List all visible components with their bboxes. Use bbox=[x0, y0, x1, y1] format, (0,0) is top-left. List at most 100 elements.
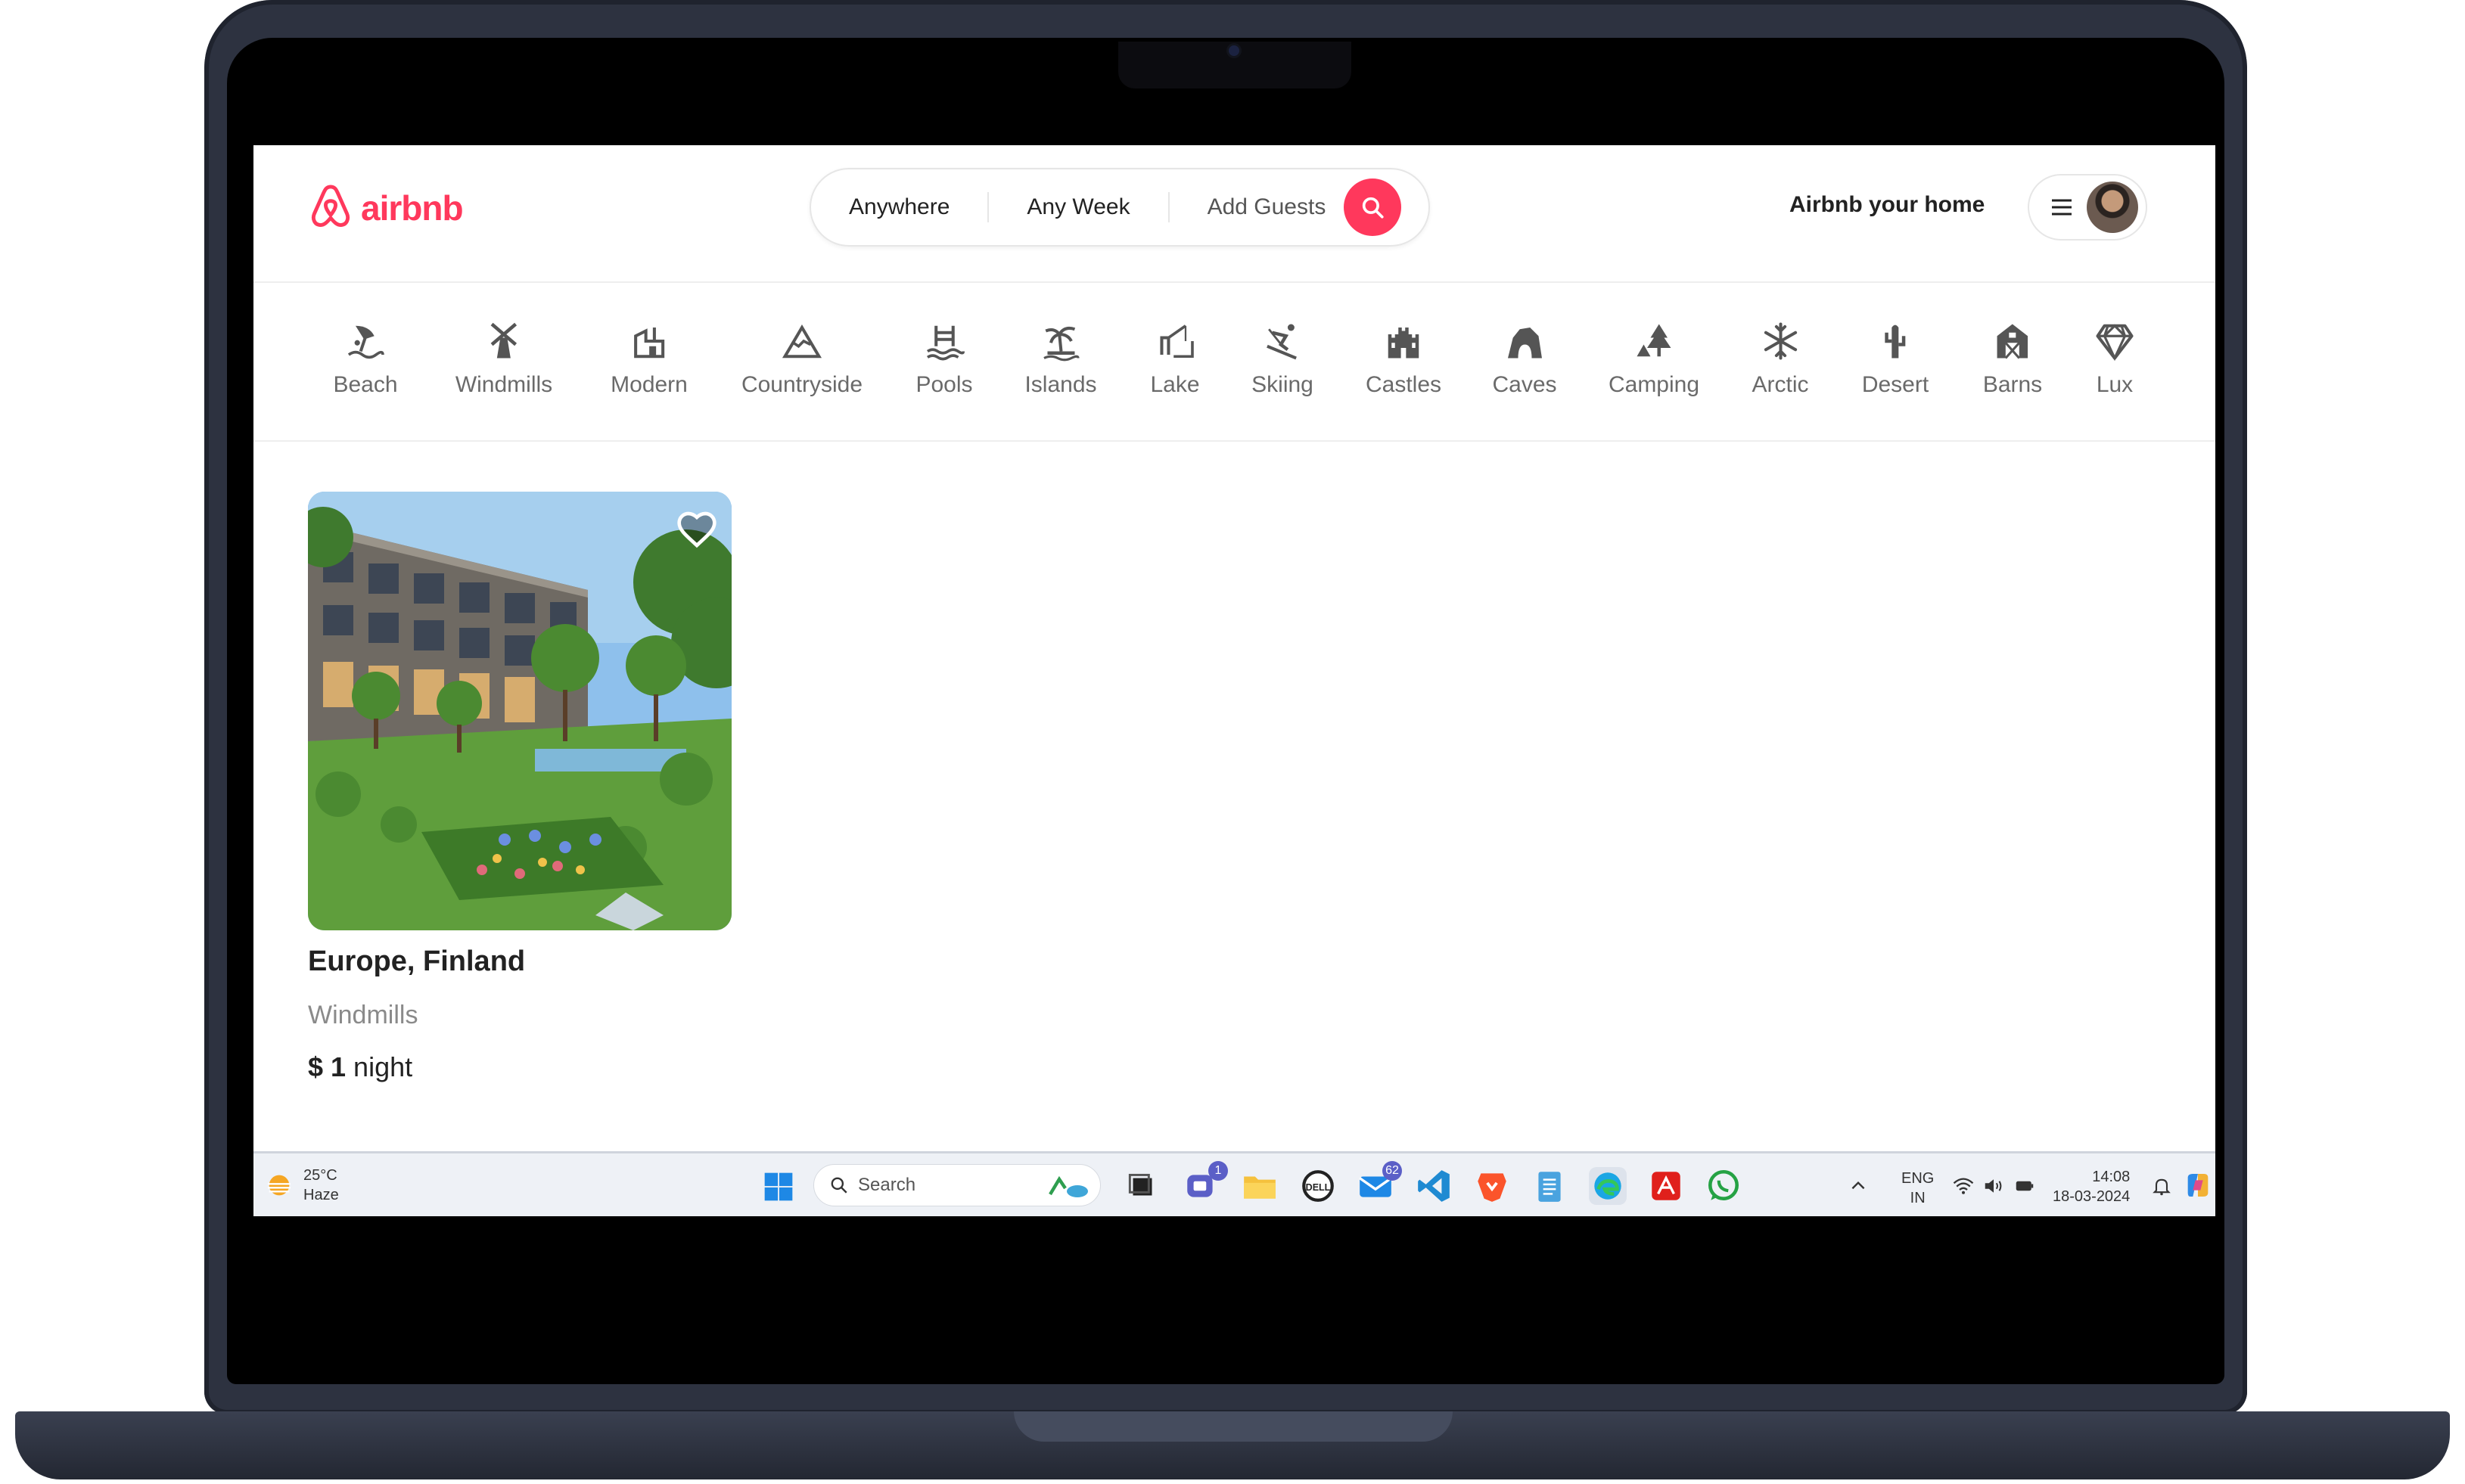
mountain-icon bbox=[782, 324, 822, 359]
category-label: Countryside bbox=[741, 372, 863, 397]
listing-location: Europe, Finland bbox=[308, 945, 526, 977]
listing-price-unit: night bbox=[346, 1051, 413, 1082]
category-caves[interactable]: Caves bbox=[1492, 321, 1557, 398]
hotel-garden-illustration bbox=[308, 492, 732, 930]
region-code: IN bbox=[1910, 1190, 1926, 1206]
listing-price: $ 1 night bbox=[308, 1051, 732, 1083]
category-label: Beach bbox=[333, 372, 398, 397]
category-label: Skiing bbox=[1251, 372, 1313, 397]
island-icon bbox=[1043, 326, 1080, 362]
listing-photo[interactable] bbox=[308, 492, 732, 930]
category-label: Caves bbox=[1492, 372, 1557, 397]
input-language-indicator[interactable]: ENG IN bbox=[1901, 1169, 1934, 1208]
category-camping[interactable]: Camping bbox=[1609, 321, 1699, 398]
weather-description: Haze bbox=[303, 1187, 339, 1203]
cave-icon bbox=[1507, 328, 1542, 359]
category-beach[interactable]: Beach bbox=[333, 321, 398, 398]
teams-app-icon[interactable]: 1 bbox=[1183, 1161, 1228, 1205]
diamond-icon bbox=[2096, 324, 2134, 362]
camping-icon bbox=[1637, 324, 1671, 357]
weather-temperature: 25°C bbox=[303, 1167, 337, 1184]
category-label: Lux bbox=[2096, 372, 2134, 397]
language-code: ENG bbox=[1901, 1170, 1935, 1187]
brave-browser-icon[interactable] bbox=[1473, 1167, 1511, 1205]
vscode-app-icon[interactable] bbox=[1415, 1167, 1453, 1205]
acrobat-reader-icon[interactable] bbox=[1647, 1167, 1685, 1205]
listing-price-amount: $ 1 bbox=[308, 1051, 347, 1082]
airbnb-logo[interactable]: airbnb bbox=[308, 183, 464, 233]
skiing-icon bbox=[1266, 324, 1297, 360]
category-arctic[interactable]: Arctic bbox=[1752, 321, 1809, 398]
airbnb-belo-icon bbox=[311, 185, 350, 227]
windows-start-icon[interactable] bbox=[762, 1170, 795, 1203]
chevron-up-icon[interactable] bbox=[1848, 1176, 1868, 1196]
category-label: Castles bbox=[1365, 372, 1442, 397]
category-islands[interactable]: Islands bbox=[1024, 321, 1097, 398]
weather-widget[interactable]: 25°C Haze bbox=[264, 1166, 339, 1205]
dell-app-icon[interactable]: DELL bbox=[1299, 1167, 1337, 1205]
host-link[interactable]: Airbnb your home bbox=[1789, 192, 1985, 218]
whatsapp-app-icon[interactable] bbox=[1705, 1167, 1742, 1205]
mail-notification-badge: 62 bbox=[1382, 1161, 1402, 1181]
category-label: Windmills bbox=[455, 372, 553, 397]
search-where-button[interactable]: Anywhere bbox=[811, 168, 987, 247]
search-icon bbox=[831, 1177, 847, 1194]
category-desert[interactable]: Desert bbox=[1862, 321, 1929, 398]
user-avatar bbox=[2087, 182, 2138, 233]
wifi-icon[interactable] bbox=[1952, 1175, 1975, 1197]
clock[interactable]: 14:08 18-03-2024 bbox=[2053, 1167, 2130, 1206]
category-skiing[interactable]: Skiing bbox=[1251, 321, 1313, 398]
category-barns[interactable]: Barns bbox=[1983, 321, 2042, 398]
browser-viewport: airbnb Anywhere Any Week Add Guests Airb… bbox=[253, 145, 2215, 1216]
category-bar: Beach Windmills Modern Countryside Pools… bbox=[253, 281, 2215, 442]
category-label: Lake bbox=[1150, 372, 1200, 397]
listing-category: Windmills bbox=[308, 1001, 418, 1029]
beach-icon bbox=[347, 325, 384, 359]
castle-icon bbox=[1388, 328, 1419, 359]
category-lake[interactable]: Lake bbox=[1150, 321, 1200, 398]
battery-icon[interactable] bbox=[2013, 1175, 2037, 1197]
cactus-icon bbox=[1885, 324, 1906, 359]
windows-taskbar: 25°C Haze Search 1 DELL 62 ENG IN 14:08 18-… bbox=[253, 1151, 2215, 1216]
webcam-icon bbox=[1229, 45, 1239, 56]
site-header: airbnb Anywhere Any Week Add Guests Airb… bbox=[253, 145, 2215, 283]
search-bar[interactable]: Anywhere Any Week Add Guests bbox=[810, 168, 1430, 247]
search-guests-button[interactable]: Add Guests bbox=[1170, 168, 1341, 247]
category-windmills[interactable]: Windmills bbox=[455, 321, 552, 398]
volume-icon[interactable] bbox=[1982, 1175, 2005, 1197]
pool-icon bbox=[926, 325, 965, 361]
category-lux[interactable]: Lux bbox=[2094, 321, 2135, 398]
laptop-opening-notch bbox=[1014, 1411, 1453, 1442]
windmill-icon bbox=[490, 322, 518, 359]
logo-wordmark: airbnb bbox=[361, 188, 464, 228]
sun-haze-icon bbox=[268, 1175, 291, 1196]
notepad-app-icon[interactable] bbox=[1531, 1167, 1568, 1205]
user-menu-button[interactable] bbox=[2028, 174, 2147, 241]
copilot-icon[interactable] bbox=[2183, 1170, 2213, 1200]
category-label: Islands bbox=[1024, 372, 1097, 397]
file-explorer-icon[interactable] bbox=[1241, 1167, 1279, 1205]
modern-house-icon bbox=[633, 328, 665, 359]
search-submit-button[interactable] bbox=[1344, 179, 1402, 236]
barn-icon bbox=[1997, 324, 2028, 359]
category-modern[interactable]: Modern bbox=[611, 321, 688, 398]
search-when-button[interactable]: Any Week bbox=[989, 168, 1167, 247]
listing-card[interactable]: Europe, Finland Windmills $ 1 night bbox=[308, 492, 732, 1083]
teams-notification-badge: 1 bbox=[1208, 1161, 1228, 1181]
taskbar-search-box[interactable]: Search bbox=[813, 1164, 1101, 1206]
category-pools[interactable]: Pools bbox=[915, 321, 973, 398]
category-label: Modern bbox=[611, 372, 688, 397]
favorite-heart-icon[interactable] bbox=[676, 508, 718, 551]
mail-app-icon[interactable]: 62 bbox=[1357, 1161, 1402, 1205]
category-label: Arctic bbox=[1752, 372, 1809, 397]
category-castles[interactable]: Castles bbox=[1366, 321, 1441, 398]
notification-bell-icon[interactable] bbox=[2151, 1175, 2172, 1197]
category-label: Barns bbox=[1982, 372, 2043, 397]
edge-browser-icon[interactable] bbox=[1589, 1167, 1627, 1205]
clock-time: 14:08 bbox=[2092, 1169, 2131, 1185]
snowflake-icon bbox=[1764, 322, 1797, 360]
category-countryside[interactable]: Countryside bbox=[741, 321, 863, 398]
svg-text:DELL: DELL bbox=[1306, 1182, 1331, 1193]
taskbar-search-placeholder: Search bbox=[858, 1175, 916, 1195]
task-view-icon[interactable] bbox=[1124, 1167, 1161, 1205]
